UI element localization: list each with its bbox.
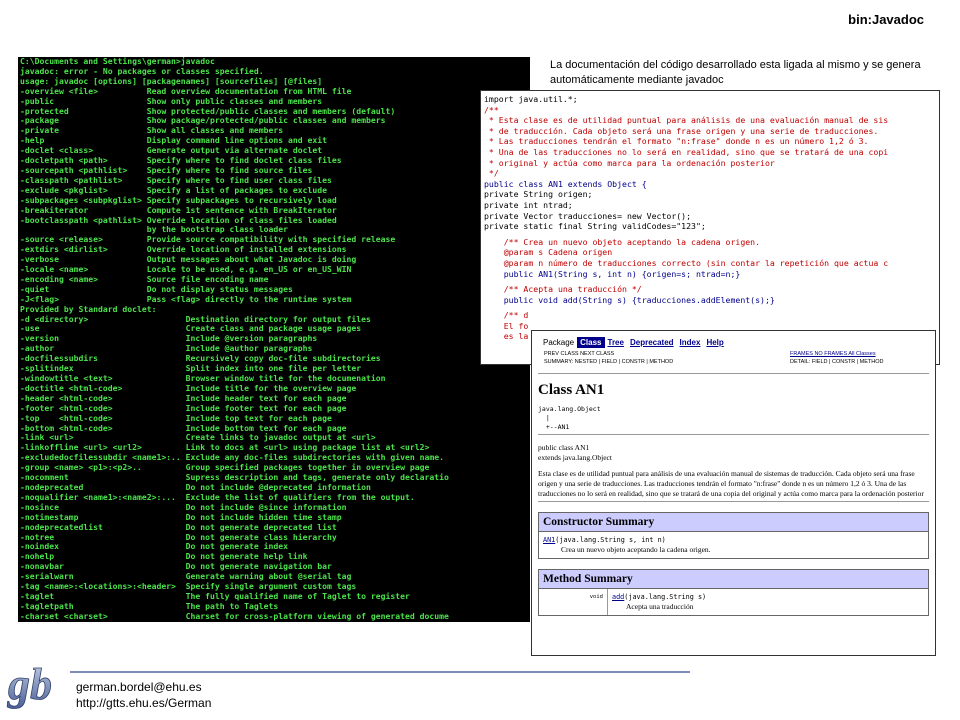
divider (538, 501, 929, 502)
nav-tab-package[interactable]: Package (540, 337, 577, 348)
slide-caption: La documentación del código desarrollado… (550, 59, 921, 86)
class-description: Esta clase es de utilidad puntual para a… (538, 469, 924, 498)
logo-text: gb (7, 660, 52, 709)
constructor-row: AN1(java.lang.String s, int n) Crea un n… (539, 532, 928, 558)
code-line: import java.util.*; (484, 94, 578, 104)
constructor-summary-heading: Constructor Summary (539, 513, 928, 532)
code-line: /** Acepta una traducción */ (484, 284, 642, 295)
constructor-summary: Constructor Summary AN1(java.lang.String… (538, 512, 929, 559)
method-description: Acepta una traducción (626, 602, 694, 611)
terminal-window[interactable]: C:\Documents and Settings\german>javadoc… (18, 57, 530, 622)
javadoc-subnav: PREV CLASS NEXT CLASS SUMMARY: NESTED | … (540, 349, 927, 371)
code-line: private String origen; (484, 189, 593, 200)
code-line: * Las traducciones tendrán el formato "n… (484, 136, 869, 147)
footer-rule (70, 671, 690, 673)
divider (538, 434, 929, 435)
contact-email[interactable]: german.bordel@ehu.es (76, 679, 211, 695)
code-line: public void add(String s) {traducciones.… (484, 294, 775, 305)
subnav-summary[interactable]: SUMMARY: NESTED | FIELD | CONSTR | METHO… (544, 359, 673, 365)
code-line: public class AN1 extends Object { (484, 178, 647, 189)
method-row: void add(java.lang.String s) Acepta una … (539, 589, 928, 615)
class-signature: public class AN1 extends java.lang.Objec… (538, 443, 929, 463)
class-title: Class AN1 (538, 382, 605, 398)
code-line: */ (484, 168, 499, 179)
subnav-frames[interactable]: FRAMES NO FRAMES All Classes (790, 351, 876, 357)
signature-line-1: public class AN1 (538, 443, 590, 452)
method-summary: Method Summary void add(java.lang.String… (538, 569, 929, 616)
nav-tab-deprecated[interactable]: Deprecated (627, 337, 677, 348)
code-line: public AN1(String s, int n) {origen=s; n… (484, 268, 741, 279)
terminal-line: -nodeprecatedlist Do not generate deprec… (20, 521, 337, 532)
slide-title: bin:Javadoc (848, 12, 924, 27)
nav-tab-index[interactable]: Index (677, 337, 704, 348)
method-return-type: void (539, 589, 608, 615)
code-line: * Una de las traducciones no lo será en … (484, 146, 889, 157)
code-line: /** d (484, 310, 529, 321)
code-line: @param n número de traducciones correcto… (484, 257, 889, 268)
constructor-description: Crea un nuevo objeto aceptando la cadena… (561, 545, 711, 554)
javadoc-window[interactable]: Package Class Tree Deprecated Index Help PREV… (531, 330, 936, 656)
code-line: * de traducción. Cada objeto será una fr… (484, 125, 879, 136)
constructor-link[interactable]: AN1 (543, 536, 555, 544)
method-summary-heading: Method Summary (539, 570, 928, 589)
code-line: private static final String validCodes="… (484, 221, 706, 232)
nav-tab-class[interactable]: Class (577, 336, 605, 348)
subnav-prev-next[interactable]: PREV CLASS NEXT CLASS (544, 351, 614, 357)
gb-logo: gb (7, 660, 53, 710)
nav-tab-help[interactable]: Help (703, 337, 726, 348)
source-code-window[interactable]: import java.util.*;/** * Esta clase es d… (480, 90, 940, 365)
constructor-args: (java.lang.String s, int n) (555, 536, 666, 544)
method-args: (java.lang.String s) (624, 593, 707, 601)
signature-line-2: extends java.lang.Object (538, 453, 612, 462)
class-hierarchy: java.lang.Object | +--AN1 (538, 405, 601, 431)
javadoc-navbar: Package Class Tree Deprecated Index Help (540, 336, 935, 348)
code-line: private Vector traducciones= new Vector(… (484, 210, 692, 221)
nav-tab-tree[interactable]: Tree (605, 337, 627, 348)
code-line: /** (484, 104, 499, 115)
divider (538, 373, 929, 374)
code-line: * Esta clase es de utilidad puntual para… (484, 115, 889, 126)
terminal-line: -breakiterator Compute 1st sentence with… (20, 204, 337, 215)
subnav-detail[interactable]: DETAIL: FIELD | CONSTR | METHOD (790, 359, 884, 365)
code-line: private int ntrad; (484, 199, 573, 210)
contact-info: german.bordel@ehu.es http://gtts.ehu.es/… (76, 679, 211, 711)
code-line: @param s Cadena origen (484, 247, 613, 258)
code-line: /** Crea un nuevo objeto aceptando la ca… (484, 236, 761, 247)
code-line: * original y actúa como marca para la or… (484, 157, 775, 168)
contact-url[interactable]: http://gtts.ehu.es/German (76, 695, 211, 711)
method-link[interactable]: add (612, 593, 624, 601)
